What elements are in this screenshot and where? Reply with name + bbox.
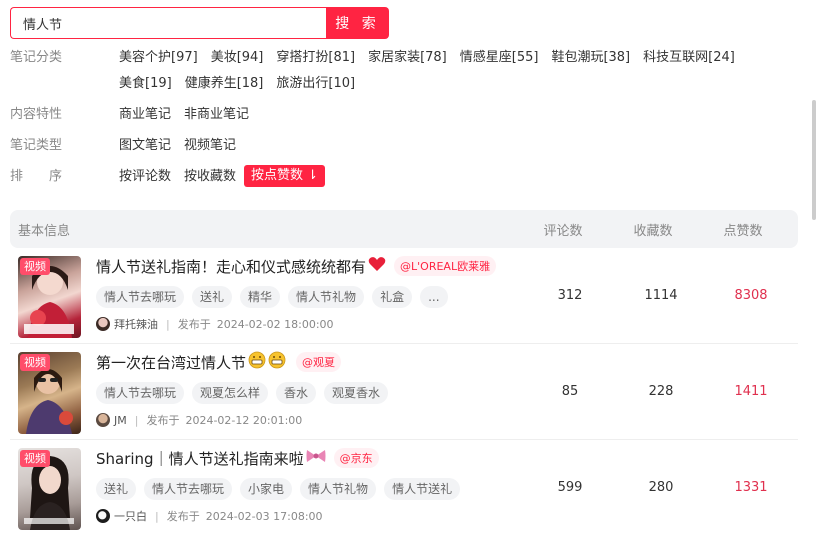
publish-label: 发布于 — [166, 510, 200, 523]
sort-by-favorites[interactable]: 按收藏数 — [179, 164, 241, 190]
video-thumbnail[interactable]: 视频 — [18, 352, 81, 434]
topic-tag[interactable]: 情人节去哪玩 — [96, 286, 185, 308]
filter-row-note-type: 笔记类型 图文笔记 视频笔记 — [10, 133, 800, 159]
header-favorites[interactable]: 收藏数 — [608, 220, 698, 239]
divider: | — [155, 509, 159, 523]
grin-emoji-icon — [248, 351, 288, 373]
like-count: 8308 — [734, 288, 768, 303]
search-input[interactable] — [10, 7, 326, 39]
filter-option[interactable]: 非商业笔记 — [179, 102, 254, 128]
notes-table: 基本信息 评论数 收藏数 点赞数 视频 情人节送礼指南！走心和仪式感统统都有 @… — [10, 210, 798, 536]
note-info: 第一次在台湾过情人节 @观夏 情人节去哪玩 观夏怎么样 香水 观夏香水 JM |… — [96, 349, 526, 428]
publish-label: 发布于 — [177, 318, 211, 331]
divider: | — [134, 413, 139, 427]
note-title[interactable]: Sharing｜情人节送礼指南来啦 — [96, 448, 304, 469]
publish-time: 2024-02-02 18:00:00 — [216, 317, 334, 331]
filter-row-content-type: 内容特性 商业笔记 非商业笔记 — [10, 102, 800, 128]
avatar[interactable] — [96, 413, 110, 427]
comment-count: 599 — [557, 480, 583, 495]
table-header: 基本信息 评论数 收藏数 点赞数 — [10, 210, 798, 248]
filter-option[interactable]: 旅游出行[10] — [271, 71, 360, 97]
filter-panel: 笔记分类 美容个护[97] 美妆[94] 穿搭打扮[81] 家居家装[78] 情… — [10, 45, 800, 195]
topic-tag[interactable]: 礼盒 — [372, 286, 413, 308]
divider: | — [166, 317, 170, 331]
header-comments[interactable]: 评论数 — [518, 220, 608, 239]
header-likes[interactable]: 点赞数 — [698, 220, 788, 239]
avatar[interactable] — [96, 317, 110, 331]
bow-emoji-icon — [306, 448, 326, 468]
author-name[interactable]: JM — [114, 414, 127, 427]
video-badge: 视频 — [20, 450, 50, 467]
heart-emoji-icon — [368, 256, 386, 276]
table-row[interactable]: 视频 第一次在台湾过情人节 @观夏 情人节去哪玩 观夏怎么样 香水 观夏香水 J… — [10, 344, 798, 440]
favorite-count: 280 — [648, 480, 674, 495]
brand-tag[interactable]: @L'OREAL欧莱雅 — [394, 256, 497, 276]
topic-tag[interactable]: 观夏香水 — [324, 382, 389, 404]
filter-row-sort: 排 序 按评论数 按收藏数 按点赞数 ⇂ — [10, 164, 800, 190]
filter-row-category: 笔记分类 美容个护[97] 美妆[94] 穿搭打扮[81] 家居家装[78] 情… — [10, 45, 800, 97]
topic-tag[interactable]: 香水 — [276, 382, 317, 404]
filter-label: 笔记分类 — [10, 50, 63, 65]
filter-option[interactable]: 商业笔记 — [114, 102, 176, 128]
publish-time: 2024-02-12 20:01:00 — [185, 413, 303, 427]
publish-time: 2024-02-03 17:08:00 — [205, 509, 323, 523]
filter-option[interactable]: 图文笔记 — [114, 133, 176, 159]
topic-tag[interactable]: 精华 — [240, 286, 281, 308]
filter-option[interactable]: 美食[19] — [114, 71, 177, 97]
topic-tag[interactable]: 送礼 — [192, 286, 233, 308]
sort-by-likes[interactable]: 按点赞数 ⇂ — [244, 165, 326, 187]
table-row[interactable]: 视频 Sharing｜情人节送礼指南来啦 @京东 送礼 情人节去哪玩 小家电 情… — [10, 440, 798, 536]
more-tags[interactable]: ... — [420, 286, 448, 308]
filter-option[interactable]: 美妆[94] — [206, 45, 269, 71]
like-count: 1411 — [734, 384, 768, 399]
filter-label: 内容特性 — [10, 107, 63, 122]
filter-option[interactable]: 健康养生[18] — [180, 71, 269, 97]
publish-label: 发布于 — [146, 414, 180, 427]
table-row[interactable]: 视频 情人节送礼指南！走心和仪式感统统都有 @L'OREAL欧莱雅 情人节去哪玩… — [10, 248, 798, 344]
video-badge: 视频 — [20, 354, 50, 371]
comment-count: 85 — [561, 384, 579, 399]
header-info: 基本信息 — [18, 223, 71, 239]
search-bar: 搜 索 — [10, 7, 389, 39]
video-badge: 视频 — [20, 258, 50, 275]
topic-tag[interactable]: 情人节礼物 — [300, 478, 377, 500]
avatar[interactable] — [96, 509, 110, 523]
filter-label: 笔记类型 — [10, 138, 63, 153]
note-info: 情人节送礼指南！走心和仪式感统统都有 @L'OREAL欧莱雅 情人节去哪玩 送礼… — [96, 253, 526, 332]
filter-option[interactable]: 视频笔记 — [179, 133, 241, 159]
like-count: 1331 — [734, 480, 768, 495]
note-title[interactable]: 第一次在台湾过情人节 — [96, 352, 246, 373]
topic-tag[interactable]: 情人节去哪玩 — [96, 382, 185, 404]
topic-tag[interactable]: 情人节送礼 — [384, 478, 461, 500]
filter-option[interactable]: 鞋包潮玩[38] — [546, 45, 635, 71]
sort-by-comments[interactable]: 按评论数 — [114, 164, 176, 190]
brand-tag[interactable]: @京东 — [333, 448, 379, 468]
topic-tag[interactable]: 观夏怎么样 — [192, 382, 269, 404]
topic-tag[interactable]: 情人节礼物 — [288, 286, 365, 308]
search-button[interactable]: 搜 索 — [326, 7, 389, 39]
topic-tag[interactable]: 小家电 — [240, 478, 293, 500]
scrollbar[interactable] — [812, 100, 816, 220]
brand-tag[interactable]: @观夏 — [296, 352, 342, 372]
filter-option[interactable]: 美容个护[97] — [114, 45, 203, 71]
filter-option[interactable]: 科技互联网[24] — [638, 45, 740, 71]
note-info: Sharing｜情人节送礼指南来啦 @京东 送礼 情人节去哪玩 小家电 情人节礼… — [96, 445, 526, 524]
filter-label: 排 序 — [10, 169, 63, 184]
author-name[interactable]: 一只白 — [114, 508, 147, 524]
note-title[interactable]: 情人节送礼指南！走心和仪式感统统都有 — [96, 256, 366, 277]
author-name[interactable]: 拜托辣油 — [114, 316, 158, 332]
filter-option[interactable]: 穿搭打扮[81] — [271, 45, 360, 71]
comment-count: 312 — [557, 288, 583, 303]
topic-tag[interactable]: 情人节去哪玩 — [144, 478, 233, 500]
filter-option[interactable]: 家居家装[78] — [363, 45, 452, 71]
video-thumbnail[interactable]: 视频 — [18, 448, 81, 530]
favorite-count: 228 — [648, 384, 674, 399]
video-thumbnail[interactable]: 视频 — [18, 256, 81, 338]
topic-tag[interactable]: 送礼 — [96, 478, 137, 500]
favorite-count: 1114 — [644, 288, 678, 303]
filter-option[interactable]: 情感星座[55] — [455, 45, 544, 71]
